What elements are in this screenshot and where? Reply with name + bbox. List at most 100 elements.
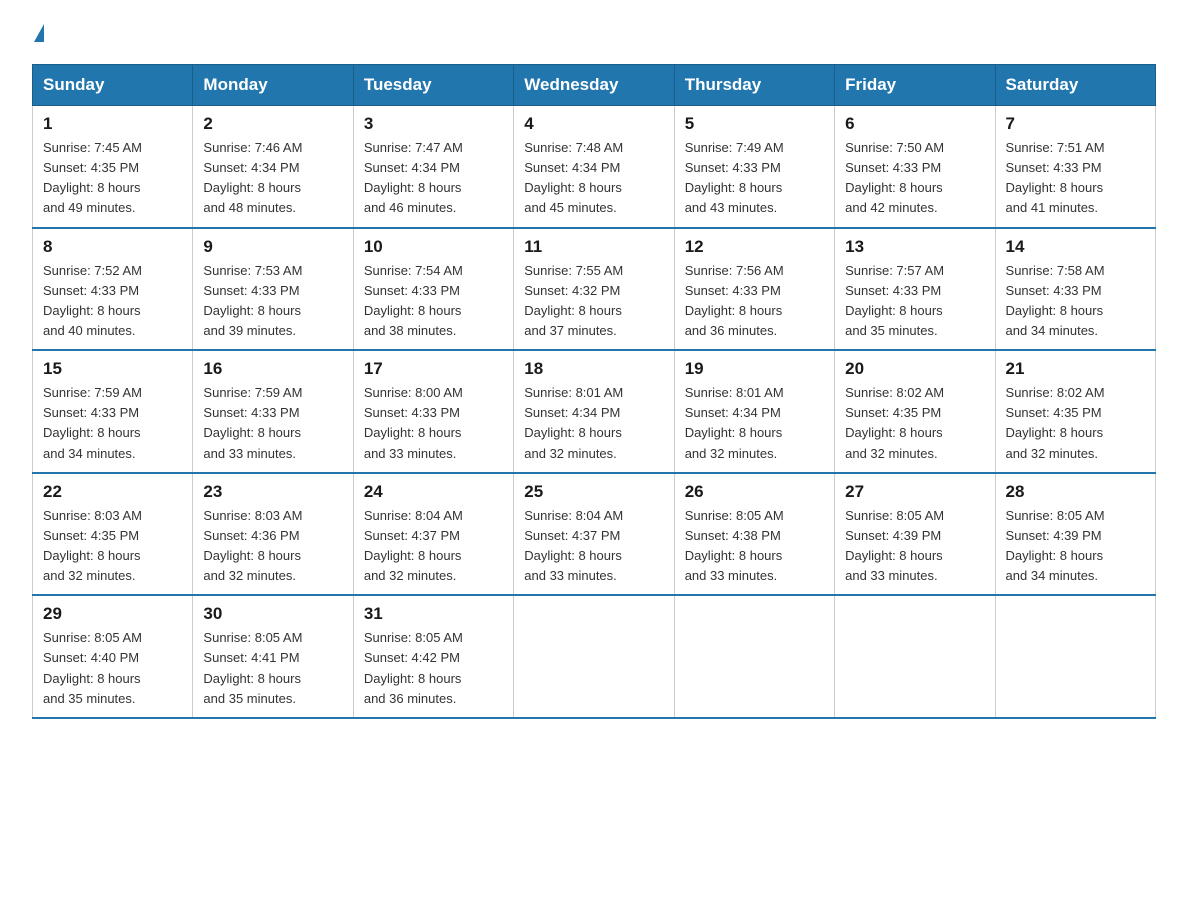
- calendar-cell: 12Sunrise: 7:56 AMSunset: 4:33 PMDayligh…: [674, 228, 834, 351]
- day-number: 26: [685, 482, 824, 502]
- day-info: Sunrise: 8:05 AMSunset: 4:41 PMDaylight:…: [203, 628, 342, 709]
- header-wednesday: Wednesday: [514, 65, 674, 106]
- calendar-cell: 20 Sunrise: 8:02 AMSunset: 4:35 PMDayligh…: [835, 350, 995, 473]
- header-saturday: Saturday: [995, 65, 1155, 106]
- day-number: 28: [1006, 482, 1145, 502]
- header-monday: Monday: [193, 65, 353, 106]
- day-info: Sunrise: 8:05 AMSunset: 4:39 PMDaylight:…: [845, 506, 984, 587]
- day-number: 19: [685, 359, 824, 379]
- day-info: Sunrise: 7:56 AMSunset: 4:33 PMDaylight:…: [685, 261, 824, 342]
- day-number: 5: [685, 114, 824, 134]
- calendar-cell: 16Sunrise: 7:59 AMSunset: 4:33 PMDayligh…: [193, 350, 353, 473]
- day-number: 9: [203, 237, 342, 257]
- day-info: Sunrise: 7:48 AMSunset: 4:34 PMDaylight:…: [524, 138, 663, 219]
- day-info: Sunrise: 8:01 AMSunset: 4:34 PMDaylight:…: [685, 383, 824, 464]
- calendar-table: SundayMondayTuesdayWednesdayThursdayFrid…: [32, 64, 1156, 719]
- day-number: 21: [1006, 359, 1145, 379]
- calendar-cell: 11 Sunrise: 7:55 AMSunset: 4:32 PMDayligh…: [514, 228, 674, 351]
- day-number: 20: [845, 359, 984, 379]
- calendar-cell: 3 Sunrise: 7:47 AMSunset: 4:34 PMDaylight…: [353, 106, 513, 228]
- day-number: 14: [1006, 237, 1145, 257]
- day-info: Sunrise: 7:51 AMSunset: 4:33 PMDaylight:…: [1006, 138, 1145, 219]
- calendar-cell: [995, 595, 1155, 718]
- day-number: 15: [43, 359, 182, 379]
- calendar-cell: 15 Sunrise: 7:59 AMSunset: 4:33 PMDayligh…: [33, 350, 193, 473]
- day-info: Sunrise: 7:46 AMSunset: 4:34 PMDaylight:…: [203, 138, 342, 219]
- day-number: 13: [845, 237, 984, 257]
- calendar-cell: [835, 595, 995, 718]
- day-number: 24: [364, 482, 503, 502]
- page-header: [32, 24, 1156, 46]
- calendar-cell: 19 Sunrise: 8:01 AMSunset: 4:34 PMDayligh…: [674, 350, 834, 473]
- calendar-cell: 31 Sunrise: 8:05 AMSunset: 4:42 PMDayligh…: [353, 595, 513, 718]
- week-row-4: 22Sunrise: 8:03 AMSunset: 4:35 PMDayligh…: [33, 473, 1156, 596]
- day-info: Sunrise: 8:05 AMSunset: 4:40 PMDaylight:…: [43, 628, 182, 709]
- day-number: 2: [203, 114, 342, 134]
- day-info: Sunrise: 7:52 AMSunset: 4:33 PMDaylight:…: [43, 261, 182, 342]
- day-number: 4: [524, 114, 663, 134]
- calendar-cell: [674, 595, 834, 718]
- calendar-cell: 2 Sunrise: 7:46 AMSunset: 4:34 PMDaylight…: [193, 106, 353, 228]
- day-info: Sunrise: 7:57 AMSunset: 4:33 PMDaylight:…: [845, 261, 984, 342]
- day-number: 25: [524, 482, 663, 502]
- day-info: Sunrise: 7:53 AMSunset: 4:33 PMDaylight:…: [203, 261, 342, 342]
- day-number: 6: [845, 114, 984, 134]
- day-number: 11: [524, 237, 663, 257]
- day-number: 30: [203, 604, 342, 624]
- day-number: 29: [43, 604, 182, 624]
- header-tuesday: Tuesday: [353, 65, 513, 106]
- header-friday: Friday: [835, 65, 995, 106]
- calendar-cell: 25 Sunrise: 8:04 AMSunset: 4:37 PMDayligh…: [514, 473, 674, 596]
- day-number: 17: [364, 359, 503, 379]
- calendar-cell: 14 Sunrise: 7:58 AMSunset: 4:33 PMDayligh…: [995, 228, 1155, 351]
- week-row-5: 29 Sunrise: 8:05 AMSunset: 4:40 PMDayligh…: [33, 595, 1156, 718]
- day-number: 18: [524, 359, 663, 379]
- day-info: Sunrise: 7:54 AMSunset: 4:33 PMDaylight:…: [364, 261, 503, 342]
- day-info: Sunrise: 8:00 AMSunset: 4:33 PMDaylight:…: [364, 383, 503, 464]
- day-info: Sunrise: 8:02 AMSunset: 4:35 PMDaylight:…: [845, 383, 984, 464]
- day-info: Sunrise: 7:47 AMSunset: 4:34 PMDaylight:…: [364, 138, 503, 219]
- day-number: 23: [203, 482, 342, 502]
- calendar-cell: 29 Sunrise: 8:05 AMSunset: 4:40 PMDayligh…: [33, 595, 193, 718]
- calendar-cell: 21Sunrise: 8:02 AMSunset: 4:35 PMDayligh…: [995, 350, 1155, 473]
- calendar-cell: 5 Sunrise: 7:49 AMSunset: 4:33 PMDaylight…: [674, 106, 834, 228]
- calendar-cell: 4 Sunrise: 7:48 AMSunset: 4:34 PMDaylight…: [514, 106, 674, 228]
- day-info: Sunrise: 7:55 AMSunset: 4:32 PMDaylight:…: [524, 261, 663, 342]
- calendar-cell: 7Sunrise: 7:51 AMSunset: 4:33 PMDaylight…: [995, 106, 1155, 228]
- day-info: Sunrise: 7:50 AMSunset: 4:33 PMDaylight:…: [845, 138, 984, 219]
- day-number: 16: [203, 359, 342, 379]
- calendar-cell: 8Sunrise: 7:52 AMSunset: 4:33 PMDaylight…: [33, 228, 193, 351]
- logo-triangle-icon: [34, 24, 44, 42]
- day-number: 1: [43, 114, 182, 134]
- day-number: 27: [845, 482, 984, 502]
- calendar-cell: 13 Sunrise: 7:57 AMSunset: 4:33 PMDayligh…: [835, 228, 995, 351]
- day-info: Sunrise: 8:03 AMSunset: 4:36 PMDaylight:…: [203, 506, 342, 587]
- logo: [32, 24, 44, 46]
- day-info: Sunrise: 8:03 AMSunset: 4:35 PMDaylight:…: [43, 506, 182, 587]
- calendar-cell: [514, 595, 674, 718]
- calendar-cell: 26 Sunrise: 8:05 AMSunset: 4:38 PMDayligh…: [674, 473, 834, 596]
- day-number: 10: [364, 237, 503, 257]
- day-info: Sunrise: 8:04 AMSunset: 4:37 PMDaylight:…: [524, 506, 663, 587]
- calendar-cell: 18 Sunrise: 8:01 AMSunset: 4:34 PMDayligh…: [514, 350, 674, 473]
- calendar-cell: 22Sunrise: 8:03 AMSunset: 4:35 PMDayligh…: [33, 473, 193, 596]
- calendar-cell: 9 Sunrise: 7:53 AMSunset: 4:33 PMDaylight…: [193, 228, 353, 351]
- calendar-cell: 23 Sunrise: 8:03 AMSunset: 4:36 PMDayligh…: [193, 473, 353, 596]
- day-info: Sunrise: 7:59 AMSunset: 4:33 PMDaylight:…: [43, 383, 182, 464]
- week-row-3: 15 Sunrise: 7:59 AMSunset: 4:33 PMDayligh…: [33, 350, 1156, 473]
- day-info: Sunrise: 8:05 AMSunset: 4:39 PMDaylight:…: [1006, 506, 1145, 587]
- day-info: Sunrise: 8:01 AMSunset: 4:34 PMDaylight:…: [524, 383, 663, 464]
- calendar-cell: 30 Sunrise: 8:05 AMSunset: 4:41 PMDayligh…: [193, 595, 353, 718]
- day-info: Sunrise: 8:05 AMSunset: 4:38 PMDaylight:…: [685, 506, 824, 587]
- day-number: 3: [364, 114, 503, 134]
- calendar-cell: 27 Sunrise: 8:05 AMSunset: 4:39 PMDayligh…: [835, 473, 995, 596]
- day-info: Sunrise: 8:05 AMSunset: 4:42 PMDaylight:…: [364, 628, 503, 709]
- day-info: Sunrise: 7:58 AMSunset: 4:33 PMDaylight:…: [1006, 261, 1145, 342]
- header-sunday: Sunday: [33, 65, 193, 106]
- calendar-cell: 24Sunrise: 8:04 AMSunset: 4:37 PMDayligh…: [353, 473, 513, 596]
- calendar-cell: 1 Sunrise: 7:45 AMSunset: 4:35 PMDaylight…: [33, 106, 193, 228]
- week-row-2: 8Sunrise: 7:52 AMSunset: 4:33 PMDaylight…: [33, 228, 1156, 351]
- day-number: 31: [364, 604, 503, 624]
- day-info: Sunrise: 7:45 AMSunset: 4:35 PMDaylight:…: [43, 138, 182, 219]
- day-info: Sunrise: 7:49 AMSunset: 4:33 PMDaylight:…: [685, 138, 824, 219]
